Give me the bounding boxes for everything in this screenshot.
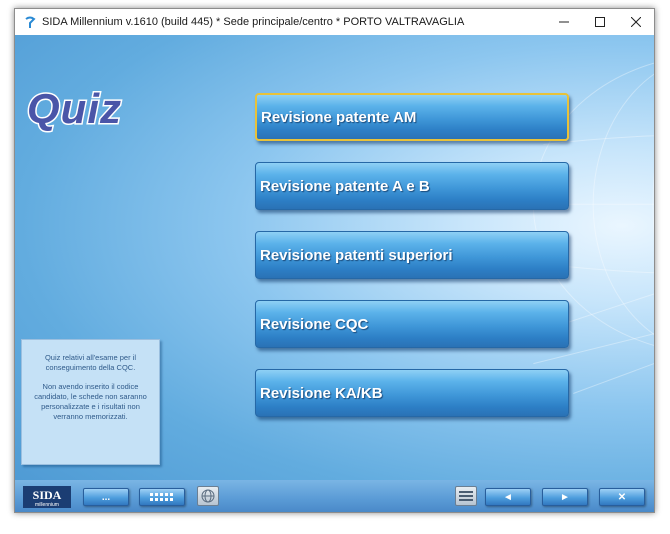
keypad-button[interactable] [139,488,185,506]
more-options-button[interactable]: ... [83,488,129,506]
more-options-label: ... [101,491,111,503]
sida-logo: SIDA millennium [23,486,71,508]
globe-icon [201,489,215,503]
menu-revisione-cqc-button[interactable]: Revisione CQC [255,300,569,348]
app-icon [23,15,37,29]
sida-logo-text: SIDA [33,488,62,502]
menu-item-label: Revisione CQC [260,315,369,333]
bottom-toolbar: SIDA millennium ... ◄ ► ✕ [15,480,654,512]
menu-item-label: Revisione patenti superiori [260,246,453,264]
menu-revisione-kakb-button[interactable]: Revisione KA/KB [255,369,569,417]
menu-item-label: Revisione patente A e B [260,177,430,195]
globe-button[interactable] [197,486,219,506]
menu-revisione-am-button[interactable]: Revisione patente AM [255,93,569,141]
menu-item-label: Revisione KA/KB [260,384,383,402]
menu-revisione-superiori-button[interactable]: Revisione patenti superiori [255,231,569,279]
minimize-button[interactable] [546,9,582,35]
title-bar: SIDA Millennium v.1610 (build 445) * Sed… [15,9,654,35]
menu-revisione-ab-button[interactable]: Revisione patente A e B [255,162,569,210]
close-button[interactable]: ✕ [599,488,645,506]
quiz-logo: Quiz [23,84,173,140]
menu-item-label: Revisione patente AM [261,108,417,126]
keypad-icon [150,493,173,501]
next-button[interactable]: ► [542,488,588,506]
list-view-button[interactable] [455,486,477,506]
app-window: SIDA Millennium v.1610 (build 445) * Sed… [14,8,655,513]
close-icon: ✕ [617,491,627,503]
window-title: SIDA Millennium v.1610 (build 445) * Sed… [42,16,465,28]
previous-button[interactable]: ◄ [485,488,531,506]
svg-text:Quiz: Quiz [27,85,122,133]
info-text-warning: Non avendo inserito il codice candidato,… [34,382,147,421]
previous-arrow-icon: ◄ [503,491,513,503]
close-window-button[interactable] [618,9,654,35]
info-panel: Quiz relativi all'esame per il conseguim… [21,339,160,465]
list-icon [459,491,473,501]
main-panel: Quiz Revisione patente AM Revisione pate… [15,35,654,512]
info-text-exam: Quiz relativi all'esame per il conseguim… [44,353,137,372]
sida-logo-subtext: millennium [35,502,59,508]
next-arrow-icon: ► [560,491,570,503]
maximize-button[interactable] [582,9,618,35]
